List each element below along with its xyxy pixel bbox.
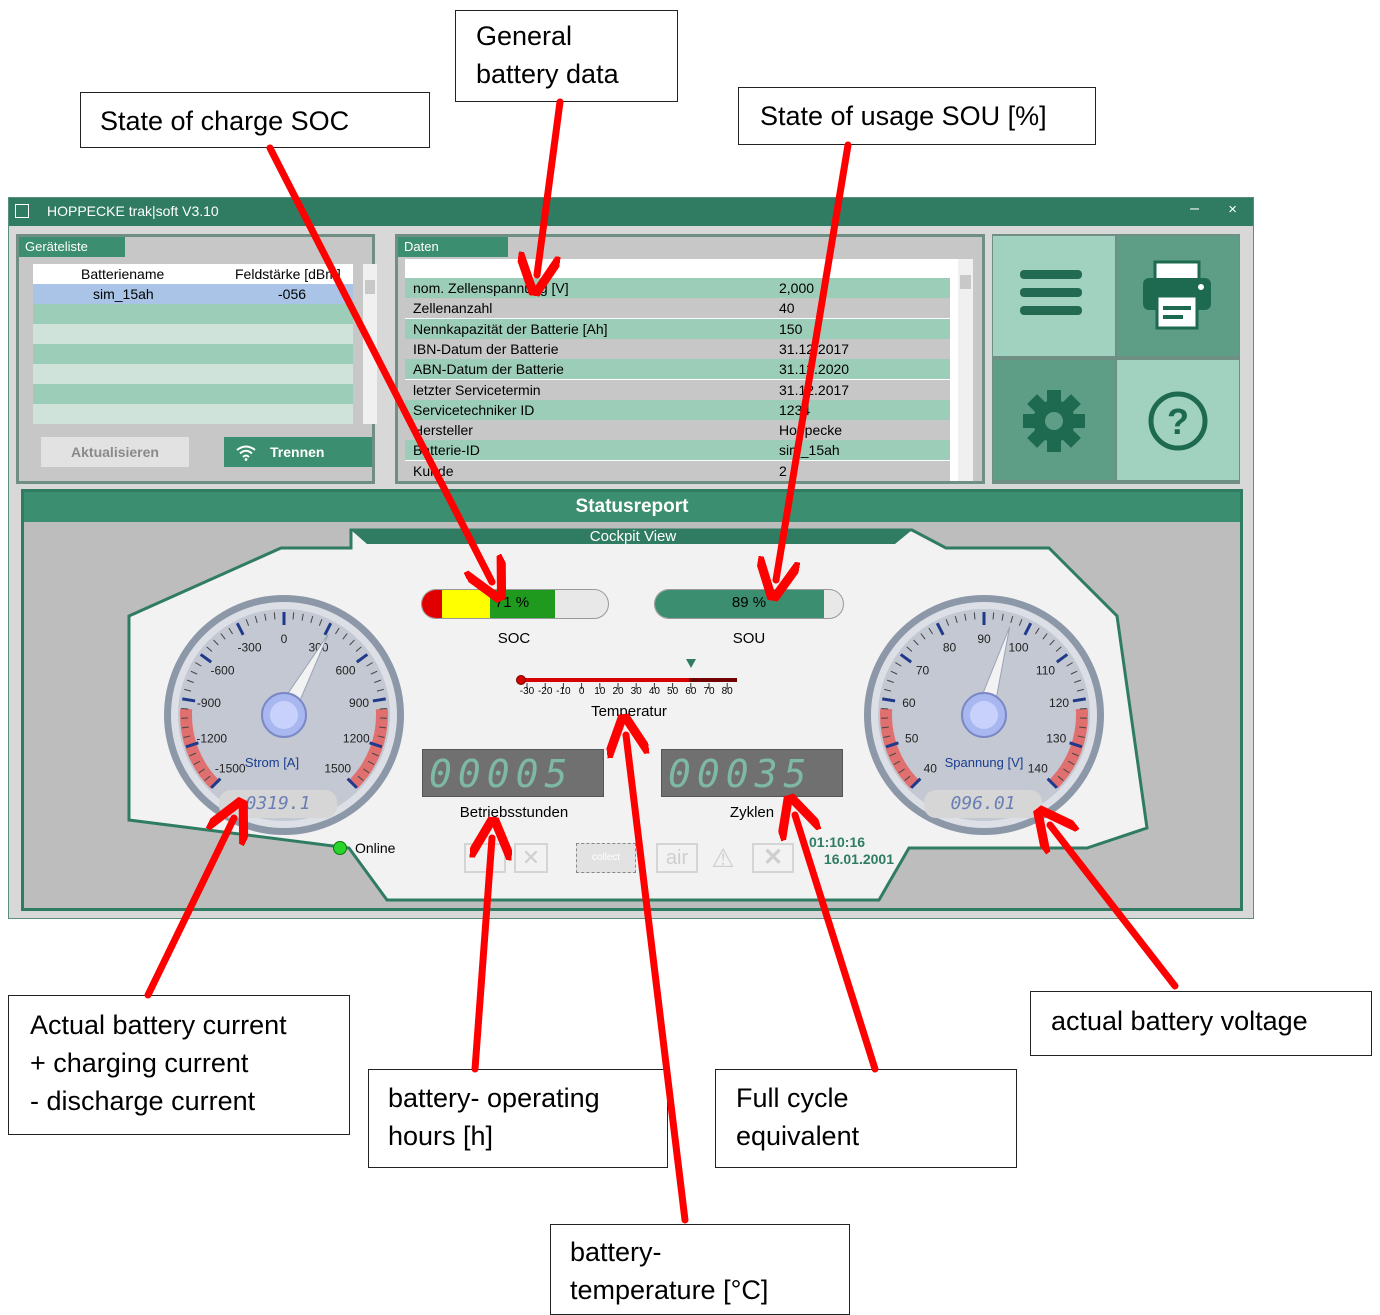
arrow-temperature <box>626 735 689 1224</box>
annotation-arrows <box>144 98 1179 1224</box>
arrow-general <box>537 98 564 275</box>
arrow-current <box>144 818 234 999</box>
arrow-hours <box>475 838 492 1073</box>
arrow-soc <box>266 144 492 582</box>
arrow-cycles <box>795 815 879 1073</box>
arrow-sou <box>776 141 852 580</box>
arrow-voltage <box>1050 825 1179 990</box>
